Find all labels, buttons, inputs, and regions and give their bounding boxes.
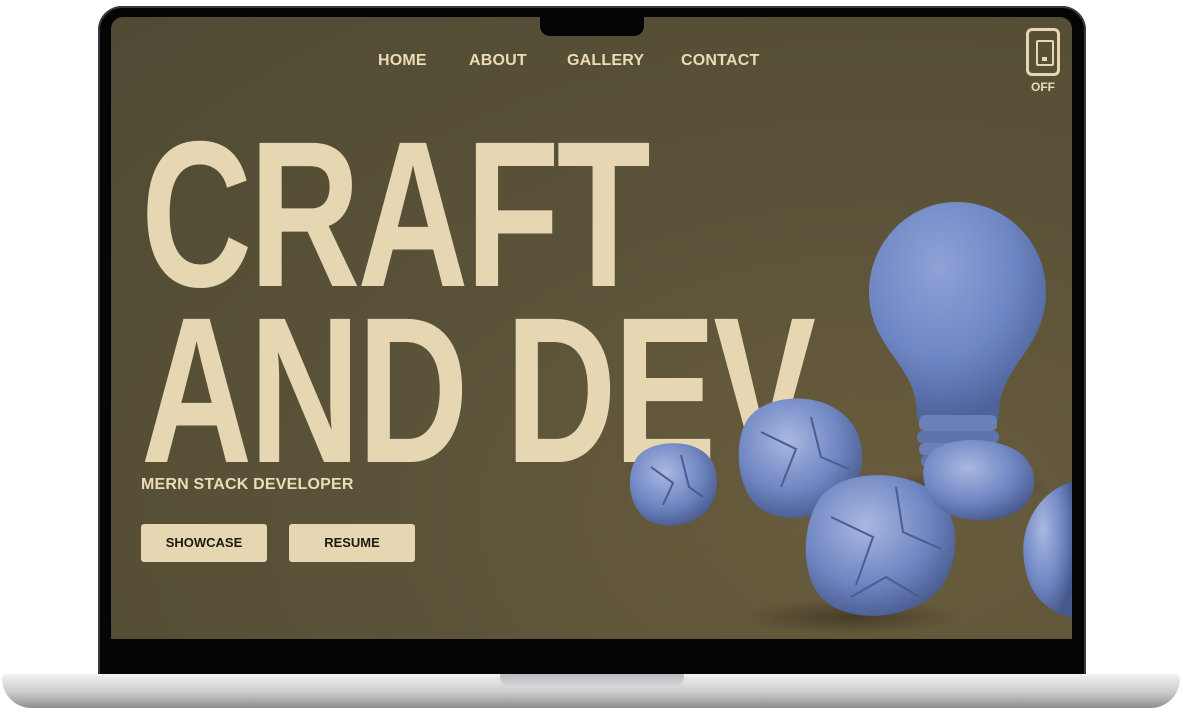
resume-button[interactable]: RESUME — [289, 524, 415, 562]
showcase-button[interactable]: SHOWCASE — [141, 524, 267, 562]
nav-about[interactable]: ABOUT — [469, 52, 527, 70]
nav-contact[interactable]: CONTACT — [681, 52, 759, 70]
phone-toggle-icon[interactable] — [1026, 28, 1060, 76]
toggle-state-label: OFF — [1031, 80, 1055, 94]
website-screen: HOME ABOUT GALLERY CONTACT OFF CRAFT AND… — [111, 17, 1072, 639]
camera-notch — [540, 14, 644, 36]
nav-gallery[interactable]: GALLERY — [567, 52, 644, 70]
laptop-opening-notch — [500, 674, 684, 688]
hero-subtitle: MERN STACK DEVELOPER — [141, 476, 354, 493]
nav-home[interactable]: HOME — [378, 52, 427, 70]
crumpled-paper-icon — [629, 398, 1072, 617]
lightbulb-illustration — [629, 202, 1072, 635]
